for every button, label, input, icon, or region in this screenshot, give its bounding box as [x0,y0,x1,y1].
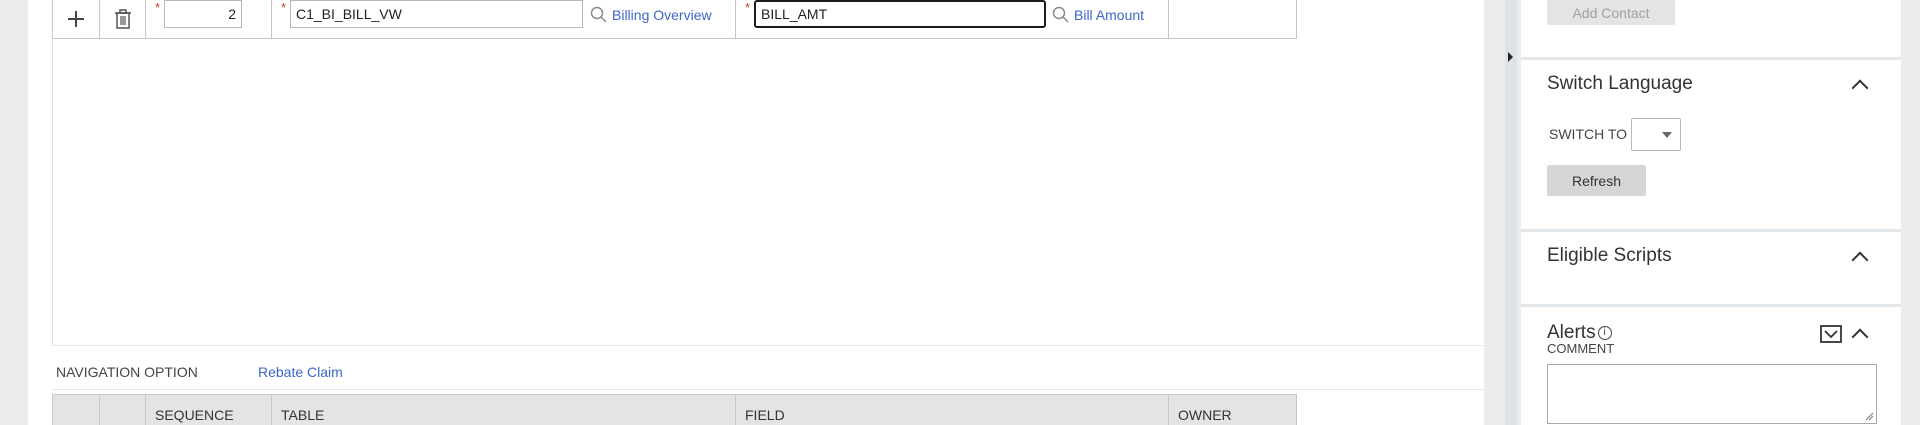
filter-icon[interactable] [1820,325,1842,343]
navigation-option-label: NAVIGATION OPTION [56,364,198,380]
field-lookup[interactable]: Bill Amount [1052,6,1144,23]
field-lookup-label: Bill Amount [1074,6,1145,23]
required-marker: * [745,0,751,15]
navigation-option-link[interactable]: Rebate Claim [258,364,343,380]
sidebar-separator [1521,229,1901,232]
table-cell: * C1_BI_BILL_VW Billing Overview [272,0,736,38]
section-divider [52,389,1486,390]
search-icon [1052,6,1069,23]
header-delete-col [100,395,146,425]
language-select[interactable] [1631,118,1681,151]
comment-textarea[interactable] [1547,364,1877,424]
refresh-button[interactable]: Refresh [1547,165,1646,196]
chevron-up-icon[interactable] [1851,328,1869,346]
table-lookup-label: Billing Overview [612,6,712,23]
sequence-cell: * 2 [146,0,272,38]
chevron-down-icon [1662,132,1672,138]
add-row-cell [53,0,100,38]
table-row: * 2 * C1_BI_BILL_VW Billing Overview * B… [52,0,1297,39]
main-panel: * 2 * C1_BI_BILL_VW Billing Overview * B… [28,0,1486,425]
grid-empty-area [52,39,1486,346]
right-sidebar: Add Contact Switch Language SWITCH TO Re… [1521,0,1901,425]
required-marker: * [155,0,161,15]
required-marker: * [281,0,287,15]
comment-label: COMMENT [1547,341,1615,356]
switch-language-title: Switch Language [1547,73,1693,94]
caret-right-icon[interactable] [1508,52,1513,62]
plus-icon[interactable] [66,9,86,29]
add-contact-button[interactable]: Add Contact [1547,0,1675,25]
switch-to-label: SWITCH TO [1549,126,1628,142]
field-input[interactable]: BILL_AMT [754,0,1046,28]
header-owner[interactable]: OWNER [1169,395,1296,425]
table-header: SEQUENCE TABLE FIELD OWNER [52,394,1297,425]
owner-cell [1169,0,1296,38]
header-sequence[interactable]: SEQUENCE [146,395,272,425]
table-lookup[interactable]: Billing Overview [590,6,712,23]
header-field[interactable]: FIELD [736,395,1169,425]
info-icon[interactable]: i [1597,325,1612,340]
header-add-col [53,395,100,425]
table-input[interactable]: C1_BI_BILL_VW [290,0,583,28]
panel-divider[interactable] [1505,0,1517,425]
field-cell: * BILL_AMT Bill Amount [736,0,1169,38]
alerts-title-text: Alerts [1547,322,1596,343]
chevron-up-icon[interactable] [1851,79,1869,97]
trash-icon[interactable] [114,9,132,29]
sidebar-separator [1521,304,1901,307]
resize-handle-icon[interactable] [1864,411,1874,421]
sidebar-separator [1521,57,1901,60]
delete-row-cell [100,0,146,38]
chevron-up-icon[interactable] [1851,251,1869,269]
search-icon [590,6,607,23]
sequence-input[interactable]: 2 [164,0,242,28]
header-table[interactable]: TABLE [272,395,736,425]
eligible-scripts-title: Eligible Scripts [1547,245,1672,266]
